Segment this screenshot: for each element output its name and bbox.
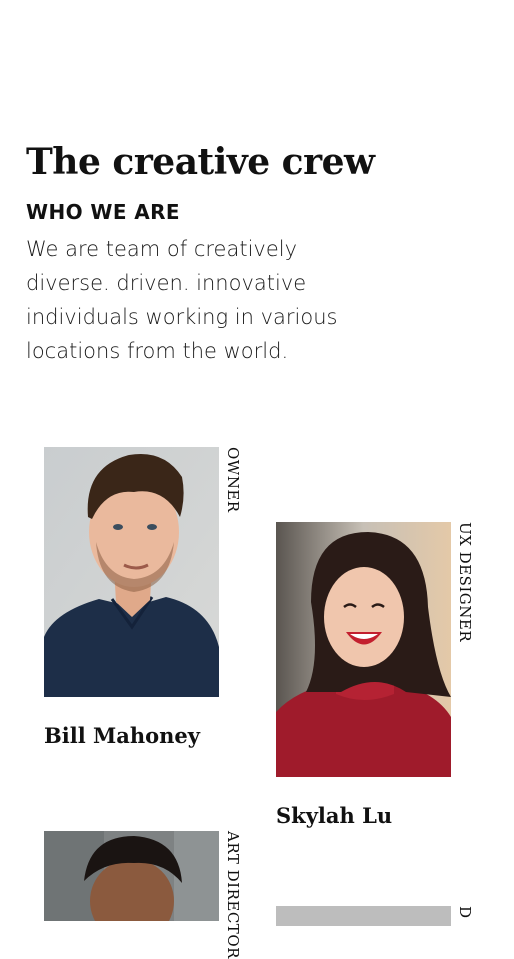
portrait-image <box>276 906 451 926</box>
intro-text: We are team of creatively diverse. drive… <box>26 237 338 363</box>
team-role: UX DESIGNER <box>456 522 474 643</box>
team-card-bill: OWNER Bill Mahoney <box>44 447 254 767</box>
team-card-art-director: ART DIRECTOR <box>44 831 254 959</box>
section-eyebrow: WHO WE ARE <box>26 200 180 224</box>
team-photo <box>276 522 451 777</box>
portrait-image <box>44 831 219 921</box>
team-photo <box>44 447 219 697</box>
team-photo <box>276 906 451 926</box>
team-role: D <box>456 906 474 919</box>
team-role: OWNER <box>224 447 242 513</box>
team-card-fourth: D <box>276 906 486 926</box>
page-title: The creative crew <box>26 141 375 183</box>
team-name: Skylah Lu <box>276 803 393 828</box>
team-photo <box>44 831 219 921</box>
team-role: ART DIRECTOR <box>224 831 242 959</box>
team-card-skylah: UX DESIGNER Skylah Lu <box>276 522 486 842</box>
team-name: Bill Mahoney <box>44 723 200 748</box>
portrait-image <box>276 522 451 777</box>
portrait-image <box>44 447 219 697</box>
